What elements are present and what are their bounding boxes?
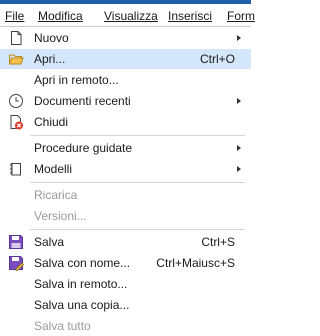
menu-formato[interactable]: Form (227, 9, 255, 23)
menu-separator (30, 135, 245, 136)
menu-item-apri[interactable]: Apri... Ctrl+O (0, 49, 251, 69)
submenu-arrow-icon (237, 166, 241, 172)
file-menu-dropdown: Nuovo Apri... Ctrl+O Apri in remoto... D… (0, 26, 251, 333)
menu-item-procedure-guidate[interactable]: Procedure guidate (0, 138, 251, 158)
menu-file[interactable]: File (5, 9, 24, 23)
menu-visualizza[interactable]: Visualizza (104, 9, 158, 23)
menu-item-versioni: Versioni... (0, 206, 251, 226)
submenu-arrow-icon (237, 145, 241, 151)
menu-modifica[interactable]: Modifica (38, 9, 83, 23)
menu-item-label: Apri in remoto... (34, 73, 119, 87)
menu-item-label: Salva (34, 235, 65, 249)
menu-item-label: Modelli (34, 162, 73, 176)
menu-item-label: Ricarica (34, 188, 78, 202)
recent-documents-clock-icon (9, 94, 23, 108)
save-icon (9, 235, 23, 249)
menu-item-label: Apri... (34, 52, 66, 66)
menu-item-salva-copia[interactable]: Salva una copia... (0, 295, 251, 315)
close-document-icon (10, 115, 23, 130)
menu-separator (30, 182, 245, 183)
menu-item-salva-con-nome[interactable]: Salva con nome... Ctrl+Maiusc+S (0, 253, 251, 273)
menu-item-salva-remoto[interactable]: Salva in remoto... (0, 274, 251, 294)
submenu-arrow-icon (237, 35, 241, 41)
save-as-icon (9, 256, 24, 271)
new-document-icon (11, 31, 22, 45)
menu-item-label: Salva una copia... (34, 298, 130, 312)
menu-item-label: Procedure guidate (34, 141, 133, 155)
menu-item-salva-tutto: Salva tutto (0, 316, 251, 336)
menu-inserisci[interactable]: Inserisci (168, 9, 212, 23)
menu-item-label: Nuovo (34, 31, 69, 45)
menu-bar: File Modifica Visualizza Inserisci Form (0, 4, 255, 28)
shortcut-label: Ctrl+Maiusc+S (156, 256, 235, 270)
menu-item-apri-remoto[interactable]: Apri in remoto... (0, 70, 251, 90)
menu-item-label: Documenti recenti (34, 94, 131, 108)
shortcut-label: Ctrl+O (199, 52, 235, 66)
submenu-arrow-icon (237, 98, 241, 104)
menu-separator (30, 229, 245, 230)
menu-item-modelli[interactable]: Modelli (0, 159, 251, 179)
open-folder-icon (8, 54, 24, 65)
shortcut-label: Ctrl+S (201, 235, 235, 249)
templates-icon (10, 163, 21, 176)
menu-item-label: Chiudi (34, 115, 69, 129)
menu-item-label: Versioni... (34, 209, 87, 223)
menu-item-chiudi[interactable]: Chiudi (0, 112, 251, 132)
menu-item-nuovo[interactable]: Nuovo (0, 28, 251, 48)
menu-item-salva[interactable]: Salva Ctrl+S (0, 232, 251, 252)
menu-item-ricarica: Ricarica (0, 185, 251, 205)
menu-item-label: Salva in remoto... (34, 277, 128, 291)
menu-item-label: Salva con nome... (34, 256, 131, 270)
menu-item-documenti-recenti[interactable]: Documenti recenti (0, 91, 251, 111)
menu-item-label: Salva tutto (34, 319, 91, 333)
